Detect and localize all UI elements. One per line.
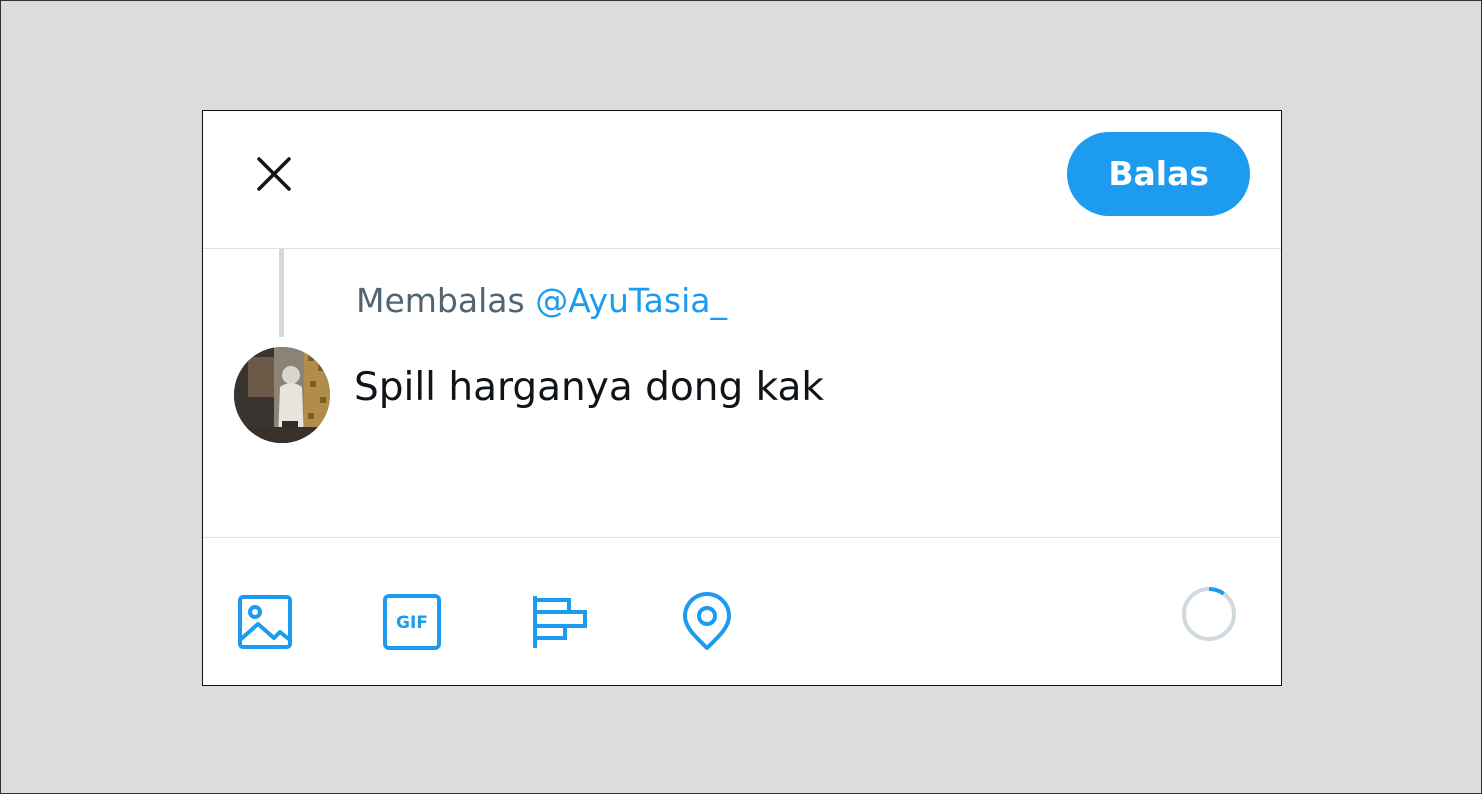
avatar[interactable]	[234, 347, 330, 443]
image-icon	[238, 595, 292, 649]
svg-text:GIF: GIF	[396, 613, 428, 633]
dialog-header: Balas	[203, 111, 1281, 249]
media-button[interactable]	[230, 574, 306, 650]
close-button[interactable]	[247, 147, 301, 201]
thread-line	[279, 249, 284, 337]
replying-to-prefix: Membalas	[356, 281, 525, 320]
counter-track	[1182, 587, 1236, 641]
reply-button[interactable]: Balas	[1067, 132, 1250, 216]
replying-to: Membalas @AyuTasia_	[356, 281, 727, 320]
compose-text-input[interactable]: Spill harganya dong kak	[354, 365, 1234, 410]
character-counter	[1179, 584, 1239, 644]
gif-icon: GIF	[383, 594, 441, 650]
reply-dialog: Balas Membalas @AyuTasia_ Spill harganya…	[202, 110, 1282, 686]
mention-link[interactable]: @AyuTasia_	[535, 281, 727, 320]
close-icon	[257, 157, 291, 191]
poll-button[interactable]	[521, 574, 597, 650]
compose-toolbar: GIF	[203, 537, 1281, 685]
poll-icon	[533, 596, 587, 648]
location-icon	[683, 592, 731, 650]
location-button[interactable]	[669, 574, 745, 650]
avatar-image	[234, 347, 330, 443]
gif-button[interactable]: GIF	[376, 574, 452, 650]
